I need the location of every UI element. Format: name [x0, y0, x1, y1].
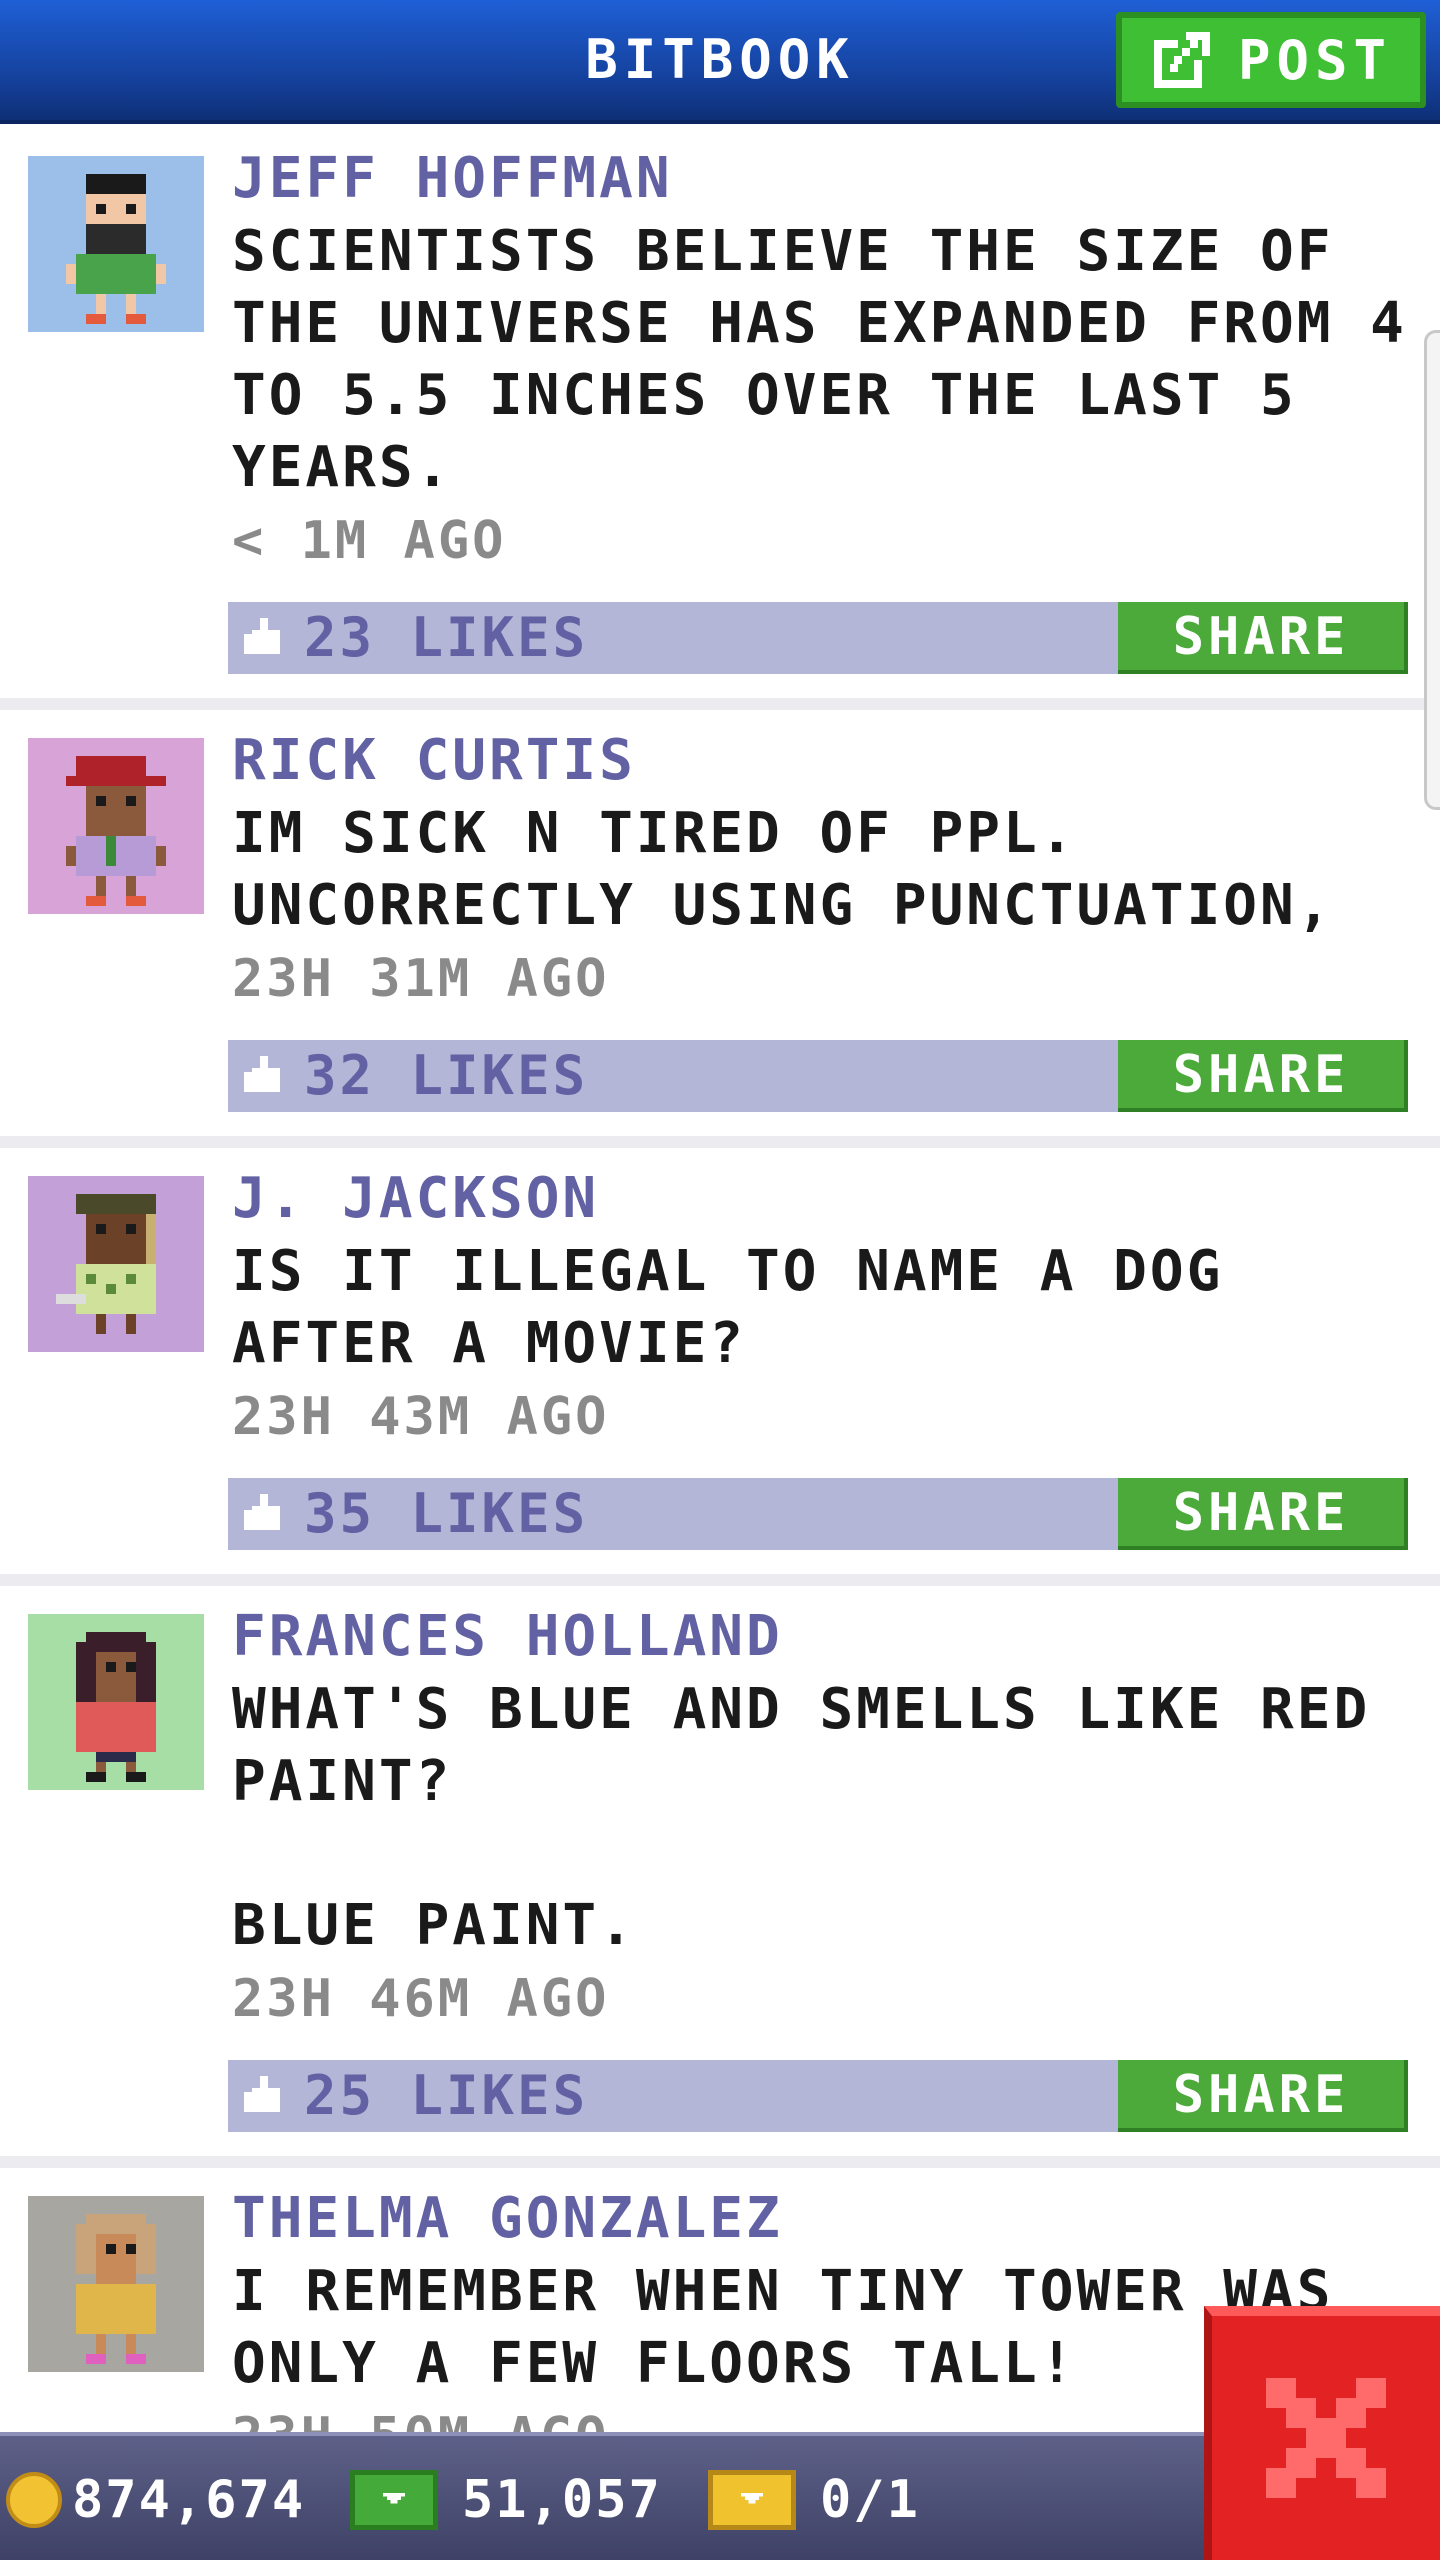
bux-count: 51,057	[462, 2470, 662, 2530]
like-count: 25 LIKES	[304, 2064, 589, 2127]
bux-icon	[350, 2470, 438, 2530]
like-count: 23 LIKES	[304, 606, 589, 669]
close-button[interactable]	[1204, 2306, 1440, 2560]
feed-post: FRANCES HOLLAND WHAT'S BLUE AND SMELLS L…	[0, 1586, 1440, 2168]
post-author[interactable]: J. JACKSON	[232, 1166, 1420, 1232]
like-bar: 25 LIKES SHARE	[228, 2060, 1408, 2132]
avatar[interactable]	[28, 738, 204, 914]
share-button[interactable]: SHARE	[1118, 2060, 1408, 2132]
coin-count: 874,674	[72, 2470, 306, 2530]
feed-post: RICK CURTIS IM SICK N TIRED OF PPL. UNCO…	[0, 710, 1440, 1148]
like-count: 35 LIKES	[304, 1482, 589, 1545]
post-timestamp: 23H 46M AGO	[232, 1969, 610, 2029]
coin-counter: 874,674	[6, 2436, 305, 2564]
post-author[interactable]: JEFF HOFFMAN	[232, 146, 1420, 212]
bearded-man-avatar-icon	[66, 174, 166, 324]
scrollbar[interactable]	[1424, 330, 1440, 810]
post-timestamp: < 1M AGO	[232, 511, 507, 571]
share-button[interactable]: SHARE	[1118, 1040, 1408, 1112]
avatar[interactable]	[28, 1614, 204, 1790]
thumbs-up-icon[interactable]	[244, 618, 284, 658]
avatar[interactable]	[28, 1176, 204, 1352]
thumbs-up-icon[interactable]	[244, 1056, 284, 1096]
golfer-avatar-icon	[56, 1194, 156, 1334]
feed-post: JEFF HOFFMAN SCIENTISTS BELIEVE THE SIZE…	[0, 128, 1440, 710]
post-author[interactable]: FRANCES HOLLAND	[232, 1604, 1420, 1670]
post-text: IS IT ILLEGAL TO NAME A DOG AFTER A MOVI…	[232, 1239, 1224, 1376]
post-button[interactable]: POST	[1116, 12, 1426, 108]
ticket-counter: 0/1	[708, 2436, 920, 2564]
thumbs-up-icon[interactable]	[244, 1494, 284, 1534]
post-text: WHAT'S BLUE AND SMELLS LIKE RED PAINT? B…	[232, 1677, 1371, 1958]
post-timestamp: 23H 31M AGO	[232, 949, 610, 1009]
post-feed[interactable]: JEFF HOFFMAN SCIENTISTS BELIEVE THE SIZE…	[0, 128, 1440, 2472]
post-button-label: POST	[1237, 28, 1393, 92]
compose-icon	[1153, 32, 1210, 88]
like-bar: 32 LIKES SHARE	[228, 1040, 1408, 1112]
cap-man-avatar-icon	[66, 756, 166, 906]
avatar[interactable]	[28, 156, 204, 332]
share-button[interactable]: SHARE	[1118, 1478, 1408, 1550]
post-text: IM SICK N TIRED OF PPL. UNCORRECTLY USIN…	[232, 801, 1334, 938]
golden-ticket-icon	[708, 2470, 796, 2530]
share-button[interactable]: SHARE	[1118, 602, 1408, 674]
feed-post: J. JACKSON IS IT ILLEGAL TO NAME A DOG A…	[0, 1148, 1440, 1586]
like-count: 32 LIKES	[304, 1044, 589, 1107]
ticket-count: 0/1	[820, 2470, 920, 2530]
close-icon	[1266, 2378, 1386, 2498]
post-text: SCIENTISTS BELIEVE THE SIZE OF THE UNIVE…	[232, 219, 1407, 500]
app-header: BITBOOK POST	[0, 0, 1440, 124]
coin-icon	[6, 2472, 62, 2528]
bux-counter: 51,057	[350, 2436, 662, 2564]
avatar[interactable]	[28, 2196, 204, 2372]
post-timestamp: 23H 43M AGO	[232, 1387, 610, 1447]
woman-avatar-icon	[76, 1632, 156, 1782]
post-author[interactable]: RICK CURTIS	[232, 728, 1420, 794]
like-bar: 35 LIKES SHARE	[228, 1478, 1408, 1550]
like-bar: 23 LIKES SHARE	[228, 602, 1408, 674]
post-author[interactable]: THELMA GONZALEZ	[232, 2186, 1420, 2252]
thumbs-up-icon[interactable]	[244, 2076, 284, 2116]
elderly-woman-avatar-icon	[76, 2214, 156, 2364]
